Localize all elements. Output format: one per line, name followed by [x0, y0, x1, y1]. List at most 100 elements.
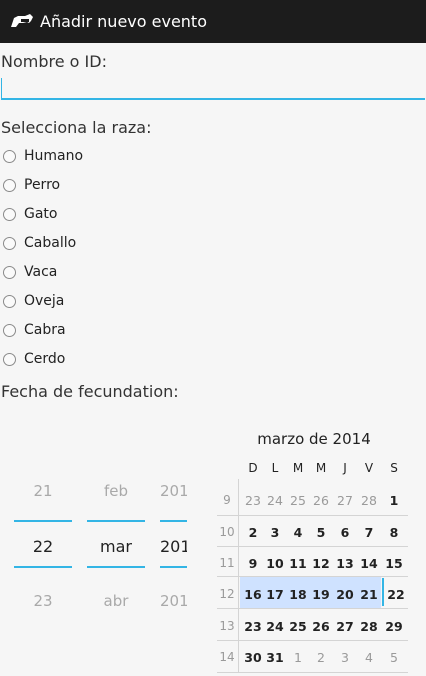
radio-caballo[interactable]: Caballo [3, 233, 76, 253]
calendar-day[interactable]: 23 [242, 493, 264, 508]
radio-vaca[interactable]: Vaca [3, 262, 57, 282]
calendar-day[interactable]: 24 [264, 493, 286, 508]
calendar-day[interactable]: 23 [242, 619, 264, 634]
radio-label: Cerdo [24, 351, 66, 367]
calendar-day[interactable]: 6 [334, 525, 356, 540]
radio-cabra[interactable]: Cabra [3, 320, 66, 340]
breed-label: Selecciona la raza: [1, 118, 152, 137]
calendar-day[interactable]: 5 [383, 650, 405, 665]
calendar-day-selected[interactable]: 22 [385, 587, 407, 602]
calendar-day[interactable]: 28 [358, 619, 380, 634]
year-spinner-prev[interactable]: 2013 [160, 482, 187, 500]
calendar-day[interactable]: 3 [264, 525, 286, 540]
radio-label: Caballo [24, 235, 77, 251]
weekday-header: S [390, 461, 398, 475]
radio-label: Oveja [24, 293, 65, 309]
date-label: Fecha de fecundation: [1, 382, 179, 401]
row-divider [217, 515, 408, 516]
calendar-day[interactable]: 28 [358, 493, 380, 508]
week-number: 11 [219, 556, 235, 570]
name-label: Nombre o ID: [1, 52, 107, 71]
calendar-day[interactable]: 8 [383, 525, 405, 540]
calendar-day[interactable]: 1 [383, 493, 405, 508]
row-divider [217, 672, 408, 673]
calendar-day[interactable]: 24 [264, 619, 286, 634]
day-spinner-prev[interactable]: 21 [14, 482, 72, 500]
calendar-day[interactable]: 25 [287, 619, 309, 634]
calendar-day[interactable]: 27 [334, 493, 356, 508]
calendar-day[interactable]: 7 [358, 525, 380, 540]
action-bar: Añadir nuevo evento [0, 0, 426, 43]
radio-circle[interactable] [3, 236, 16, 250]
calendar-day[interactable]: 21 [358, 587, 380, 602]
radio-label: Perro [24, 177, 61, 193]
calendar-day[interactable]: 27 [334, 619, 356, 634]
year-spinner-value[interactable]: 2014 [160, 537, 187, 556]
calendar-day[interactable]: 4 [287, 525, 309, 540]
calendar-day[interactable]: 2 [310, 650, 332, 665]
app-cow-icon[interactable] [9, 11, 35, 31]
radio-label: Gato [24, 206, 58, 222]
calendar-day[interactable]: 29 [383, 619, 405, 634]
row-divider [217, 576, 408, 577]
weekday-header: L [271, 461, 279, 475]
year-spinner-next[interactable]: 2015 [160, 592, 187, 610]
radio-circle[interactable] [3, 178, 16, 192]
radio-circle[interactable] [3, 352, 16, 366]
month-spinner-divider-top [87, 520, 145, 522]
calendar-day[interactable]: 16 [242, 587, 264, 602]
radio-circle[interactable] [3, 323, 16, 337]
radio-humano[interactable]: Humano [3, 146, 83, 166]
radio-perro[interactable]: Perro [3, 175, 60, 195]
calendar-day[interactable]: 3 [334, 650, 356, 665]
name-input[interactable] [1, 78, 425, 100]
day-spinner-next[interactable]: 23 [14, 592, 72, 610]
calendar-day[interactable]: 10 [264, 556, 286, 571]
calendar-day[interactable]: 1 [287, 650, 309, 665]
screen-title: Añadir nuevo evento [40, 12, 207, 31]
month-spinner-divider-bottom [87, 566, 145, 568]
calendar-day[interactable]: 5 [310, 525, 332, 540]
calendar-day[interactable]: 31 [264, 650, 286, 665]
month-spinner-next[interactable]: abr [87, 592, 145, 610]
radio-label: Cabra [24, 322, 66, 338]
radio-gato[interactable]: Gato [3, 204, 57, 224]
week-number: 9 [223, 493, 231, 507]
weekday-header: J [343, 461, 347, 475]
weekday-header: M [315, 461, 327, 475]
radio-oveja[interactable]: Oveja [3, 291, 64, 311]
calendar-day[interactable]: 20 [334, 587, 356, 602]
row-divider [217, 640, 408, 641]
calendar-day[interactable]: 13 [334, 556, 356, 571]
year-spinner-divider-bottom [160, 566, 187, 568]
calendar-day[interactable]: 2 [242, 525, 264, 540]
calendar-day[interactable]: 11 [287, 556, 309, 571]
calendar-day[interactable]: 26 [310, 619, 332, 634]
radio-cerdo[interactable]: Cerdo [3, 349, 65, 369]
radio-circle[interactable] [3, 294, 16, 308]
calendar-day[interactable]: 14 [358, 556, 380, 571]
weekday-header: M [292, 461, 304, 475]
selected-day-marker [382, 578, 384, 606]
calendar-day[interactable]: 30 [242, 650, 264, 665]
calendar-day[interactable]: 15 [383, 556, 405, 571]
calendar-day[interactable]: 12 [310, 556, 332, 571]
calendar-day[interactable]: 18 [287, 587, 309, 602]
day-spinner-divider-bottom [14, 566, 72, 568]
day-spinner-value[interactable]: 22 [14, 537, 72, 556]
month-spinner-value[interactable]: mar [87, 537, 145, 556]
weekday-header: D [248, 461, 258, 475]
radio-label: Vaca [24, 264, 58, 280]
calendar-day[interactable]: 19 [310, 587, 332, 602]
month-spinner-prev[interactable]: feb [87, 482, 145, 500]
radio-circle[interactable] [3, 149, 16, 163]
calendar-day[interactable]: 9 [242, 556, 264, 571]
calendar-day[interactable]: 4 [358, 650, 380, 665]
radio-circle[interactable] [3, 265, 16, 279]
year-spinner[interactable]: 2013 2014 2015 [160, 470, 187, 620]
radio-circle[interactable] [3, 207, 16, 221]
calendar-day[interactable]: 26 [310, 493, 332, 508]
calendar-day[interactable]: 17 [264, 587, 286, 602]
row-divider [217, 546, 408, 547]
calendar-day[interactable]: 25 [287, 493, 309, 508]
